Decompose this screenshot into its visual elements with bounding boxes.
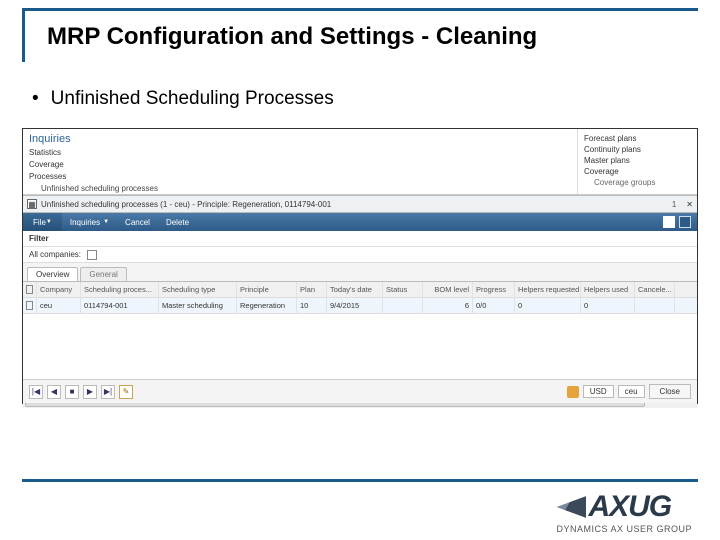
- window-record-count: 1: [672, 200, 676, 209]
- row-select[interactable]: [23, 298, 37, 313]
- footer-divider: [22, 479, 698, 482]
- all-companies-label: All companies:: [29, 250, 81, 259]
- tab-overview[interactable]: Overview: [27, 267, 78, 281]
- header-type[interactable]: Scheduling type: [159, 282, 237, 297]
- window-icon: ▦: [27, 199, 37, 209]
- header-select[interactable]: [23, 282, 37, 297]
- window-title-text: Unfinished scheduling processes (1 - ceu…: [41, 200, 331, 209]
- cell-type: Master scheduling: [159, 298, 237, 313]
- nav-master[interactable]: Master plans: [584, 155, 691, 166]
- header-company[interactable]: Company: [37, 282, 81, 297]
- file-menu-label: File: [33, 218, 46, 227]
- cell-bom: 6: [423, 298, 473, 313]
- cancel-button[interactable]: Cancel: [117, 218, 158, 227]
- header-status[interactable]: Status: [383, 282, 423, 297]
- logo-wedge-icon: [556, 496, 586, 518]
- tab-strip: Overview General: [23, 263, 697, 281]
- cell-principle: Regeneration: [237, 298, 297, 313]
- nav-last-button[interactable]: ▶|: [101, 385, 115, 399]
- header-bom[interactable]: BOM level: [423, 282, 473, 297]
- header-plan[interactable]: Plan: [297, 282, 327, 297]
- header-principle[interactable]: Principle: [237, 282, 297, 297]
- nav-forecast[interactable]: Forecast plans: [584, 133, 691, 144]
- chevron-down-icon: ▼: [46, 219, 52, 225]
- window-close-icon[interactable]: ✕: [686, 200, 693, 209]
- menu-bar: File ▼ Inquiries ▼ Cancel Delete: [23, 213, 697, 231]
- inquiries-menu[interactable]: Inquiries ▼: [62, 218, 117, 227]
- nav-coverage-groups[interactable]: Coverage groups: [594, 177, 691, 188]
- filter-row: All companies:: [23, 247, 697, 263]
- header-progress[interactable]: Progress: [473, 282, 515, 297]
- cell-hreq: 0: [515, 298, 581, 313]
- grid-header: Company Scheduling proces... Scheduling …: [23, 282, 697, 298]
- logo-mark: AXUG: [556, 490, 692, 524]
- all-companies-checkbox[interactable]: [87, 250, 97, 260]
- header-process[interactable]: Scheduling proces...: [81, 282, 159, 297]
- cell-process: 0114794-001: [81, 298, 159, 313]
- table-row[interactable]: ceu 0114794-001 Master scheduling Regene…: [23, 298, 697, 314]
- cell-status: [383, 298, 423, 313]
- inquiries-label: Inquiries: [70, 218, 100, 227]
- header-hused[interactable]: Helpers used: [581, 282, 635, 297]
- bullet-text: Unfinished Scheduling Processes: [32, 88, 698, 110]
- nav-panel-left: Inquiries Statistics Coverage Processes …: [23, 129, 577, 194]
- cell-plan: 10: [297, 298, 327, 313]
- tab-general[interactable]: General: [80, 267, 126, 281]
- header-hreq[interactable]: Helpers requested: [515, 282, 581, 297]
- cell-hused: 0: [581, 298, 635, 313]
- nav-sub-unfinished[interactable]: Unfinished scheduling processes: [41, 183, 571, 195]
- close-button[interactable]: Close: [649, 384, 691, 399]
- cell-date: 9/4/2015: [327, 298, 383, 313]
- nav-continuity[interactable]: Continuity plans: [584, 144, 691, 155]
- attach-icon[interactable]: [663, 216, 675, 228]
- logo-brand: AXUG: [588, 490, 671, 524]
- nav-item-statistics[interactable]: Statistics: [29, 147, 571, 159]
- currency-indicator[interactable]: USD: [583, 385, 614, 398]
- header-date[interactable]: Today's date: [327, 282, 383, 297]
- app-screenshot: Inquiries Statistics Coverage Processes …: [22, 128, 698, 404]
- filter-bar: Filter: [23, 231, 697, 247]
- nav-prev-button[interactable]: ◀: [47, 385, 61, 399]
- nav-item-coverage[interactable]: Coverage: [29, 159, 571, 171]
- status-bar: |◀ ◀ ■ ▶ ▶| ✎ USD ceu Close: [23, 379, 697, 403]
- title-area: MRP Configuration and Settings - Cleanin…: [22, 8, 698, 62]
- nav-next-button[interactable]: ▶: [83, 385, 97, 399]
- notification-icon[interactable]: [567, 386, 579, 398]
- cell-progress: 0/0: [473, 298, 515, 313]
- nav-item-processes[interactable]: Processes: [29, 171, 571, 183]
- nav-header: Inquiries: [29, 133, 571, 145]
- window-titlebar: ▦ Unfinished scheduling processes (1 - c…: [23, 195, 697, 213]
- header-cancel[interactable]: Cancele...: [635, 282, 675, 297]
- delete-button[interactable]: Delete: [158, 218, 197, 227]
- slide-title: MRP Configuration and Settings - Cleanin…: [35, 23, 537, 51]
- nav-panel-right: Forecast plans Continuity plans Master p…: [577, 129, 697, 194]
- nav-first-button[interactable]: |◀: [29, 385, 43, 399]
- chevron-down-icon: ▼: [103, 219, 109, 225]
- filter-label: Filter: [29, 234, 49, 243]
- edit-button[interactable]: ✎: [119, 385, 133, 399]
- file-menu[interactable]: File ▼: [23, 213, 62, 231]
- help-icon[interactable]: [679, 216, 691, 228]
- company-indicator[interactable]: ceu: [618, 385, 645, 398]
- nav-coverage[interactable]: Coverage: [584, 166, 691, 177]
- nav-stop-button[interactable]: ■: [65, 385, 79, 399]
- cell-cancel: [635, 298, 675, 313]
- logo-subtitle: DYNAMICS AX USER GROUP: [556, 524, 692, 534]
- cell-company: ceu: [37, 298, 81, 313]
- logo: AXUG DYNAMICS AX USER GROUP: [556, 490, 692, 534]
